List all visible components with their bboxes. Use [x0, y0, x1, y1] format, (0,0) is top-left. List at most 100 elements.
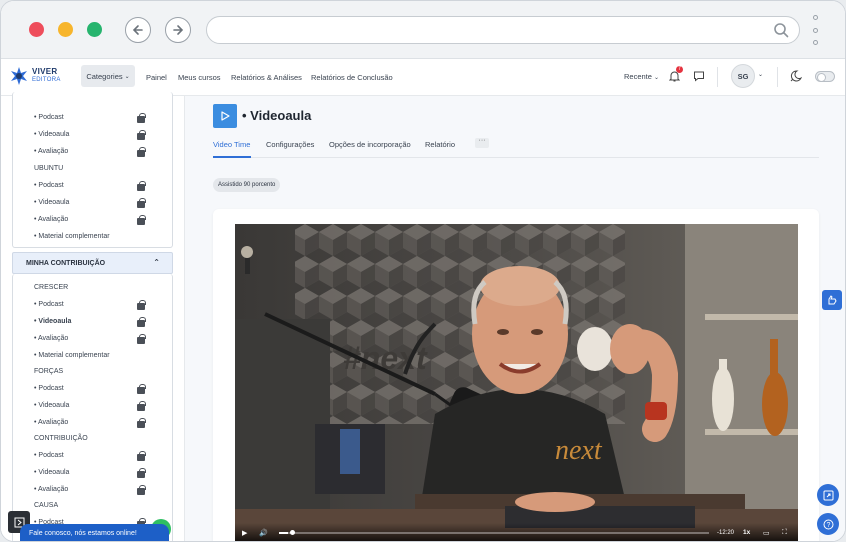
lesson-videoaula[interactable]: • Videoaula	[34, 131, 69, 138]
lock-icon	[137, 112, 146, 123]
more-tabs-button[interactable]: ···	[475, 137, 489, 148]
nav-relatorios-conclusao[interactable]: Relatórios de Conclusão	[311, 73, 393, 82]
nav-relatorios-analises[interactable]: Relatórios & Análises	[231, 73, 302, 82]
logo-line2: EDITORA	[32, 77, 61, 83]
lock-icon	[137, 197, 146, 208]
notifications-button[interactable]: 7	[668, 66, 683, 82]
sign-language-icon	[828, 295, 837, 305]
maximize-window-dot[interactable]	[87, 22, 102, 37]
svg-text:?: ?	[826, 522, 830, 529]
lesson-podcast[interactable]: • Podcast	[34, 301, 64, 308]
pip-icon[interactable]: ▭	[763, 529, 770, 537]
chat-bubble-icon	[694, 71, 704, 82]
header-divider	[777, 67, 778, 87]
minimize-window-dot[interactable]	[58, 22, 73, 37]
chevron-down-icon[interactable]: ⌄	[758, 71, 763, 78]
dark-mode-toggle[interactable]	[815, 71, 835, 82]
video-player[interactable]: #next next ▶ 🔊 -12:20 1x ▭ ⛶	[235, 224, 798, 541]
expand-button[interactable]	[817, 484, 839, 506]
lock-icon	[137, 417, 146, 428]
arrow-right-icon	[173, 25, 184, 35]
close-window-dot[interactable]	[29, 22, 44, 37]
reading-mode-button[interactable]	[788, 69, 803, 85]
browser-window: VIVER EDITORA Categories ⌄ Painel Meus c…	[0, 0, 846, 542]
tab-video-time[interactable]: Video Time	[213, 140, 250, 149]
shirt-text: next	[555, 435, 603, 466]
tab-opcoes-incorporacao[interactable]: Opções de incorporação	[329, 140, 411, 149]
avatar[interactable]: SG	[731, 64, 755, 88]
lock-icon	[137, 467, 146, 478]
recent-label: Recente	[624, 72, 652, 81]
lock-icon	[137, 316, 146, 327]
play-button[interactable]: ▶	[242, 529, 247, 537]
lesson-videoaula-current[interactable]: • Videoaula	[34, 318, 71, 325]
accessibility-button[interactable]	[822, 290, 842, 310]
lesson-avaliacao[interactable]: • Avaliação	[34, 335, 68, 342]
video-progress-bar[interactable]	[279, 530, 709, 535]
lock-icon	[137, 450, 146, 461]
lesson-avaliacao[interactable]: • Avaliação	[34, 148, 68, 155]
browser-menu-button[interactable]	[813, 15, 819, 45]
lock-icon	[137, 180, 146, 191]
group-contribuicao[interactable]: CONTRIBUIÇÃO	[34, 435, 88, 442]
lesson-avaliacao[interactable]: • Avaliação	[34, 216, 68, 223]
tab-bar: Video Time Configurações Opções de incor…	[213, 136, 819, 158]
fullscreen-icon[interactable]: ⛶	[782, 529, 787, 537]
lesson-avaliacao[interactable]: • Avaliação	[34, 419, 68, 426]
header-divider	[717, 67, 718, 87]
playback-speed-button[interactable]: 1x	[743, 529, 750, 536]
volume-icon[interactable]: 🔊	[259, 529, 268, 537]
page-title: • Videoaula	[242, 108, 312, 123]
forward-button[interactable]	[165, 17, 191, 43]
tab-configuracoes[interactable]: Configurações	[266, 140, 314, 149]
viver-logo[interactable]: VIVER EDITORA	[9, 66, 61, 86]
nav-painel[interactable]: Painel	[146, 73, 167, 82]
nav-meus-cursos[interactable]: Meus cursos	[178, 73, 221, 82]
lesson-avaliacao[interactable]: • Avaliação	[34, 486, 68, 493]
lock-icon	[137, 129, 146, 140]
chevron-down-icon: ⌄	[124, 73, 130, 80]
video-progress-fill	[279, 532, 288, 534]
group-crescer[interactable]: CRESCER	[34, 284, 68, 291]
expand-icon	[823, 490, 833, 500]
lesson-podcast[interactable]: • Podcast	[34, 452, 64, 459]
group-causa[interactable]: CAUSA	[34, 502, 58, 509]
main-content: • Videoaula Video Time Configurações Opç…	[185, 96, 845, 541]
watched-badge: Assistido 90 porcento	[213, 178, 281, 192]
video-card: #next next ▶ 🔊 -12:20 1x ▭ ⛶	[213, 209, 819, 541]
chevron-down-icon: ⌄	[654, 75, 660, 81]
course-sidebar: × • Podcast • Videoaula • Avaliação UBUN…	[1, 92, 185, 541]
lesson-podcast[interactable]: • Podcast	[34, 114, 64, 121]
video-type-tile	[213, 104, 237, 128]
back-button[interactable]	[125, 17, 151, 43]
categories-label: Categories	[86, 71, 123, 81]
moon-icon	[790, 70, 803, 82]
lesson-podcast[interactable]: • Podcast	[34, 385, 64, 392]
logo-star-icon	[11, 67, 27, 85]
browser-chrome	[1, 1, 845, 59]
group-forcas[interactable]: FORÇAS	[34, 368, 63, 375]
section-header-minha-contribuicao[interactable]: MINHA CONTRIBUIÇÃO ⌃	[12, 252, 173, 274]
messages-button[interactable]	[693, 70, 705, 84]
address-bar[interactable]	[206, 16, 800, 44]
lock-icon	[137, 383, 146, 394]
lesson-videoaula[interactable]: • Videoaula	[34, 402, 69, 409]
lock-icon	[137, 400, 146, 411]
lesson-videoaula[interactable]: • Videoaula	[34, 469, 69, 476]
lesson-material[interactable]: • Material complementar	[34, 352, 110, 359]
recent-dropdown[interactable]: Recente ⌄	[624, 72, 659, 81]
lock-icon	[137, 146, 146, 157]
help-button[interactable]: ?	[817, 513, 839, 535]
arrow-left-icon	[132, 25, 143, 35]
lesson-podcast[interactable]: • Podcast	[34, 182, 64, 189]
group-ubuntu[interactable]: UBUNTU	[34, 165, 63, 172]
lesson-videoaula[interactable]: • Videoaula	[34, 199, 69, 206]
video-progress-handle[interactable]	[289, 530, 295, 535]
search-icon[interactable]	[773, 22, 789, 38]
lesson-material[interactable]: • Material complementar	[34, 233, 110, 240]
lock-icon	[137, 299, 146, 310]
categories-button[interactable]: Categories ⌄	[81, 65, 135, 87]
video-controls: ▶ 🔊 -12:20 1x ▭ ⛶	[235, 523, 798, 541]
chat-widget[interactable]: Fale conosco, nós estamos online!	[20, 524, 169, 541]
tab-relatorio[interactable]: Relatório	[425, 140, 455, 149]
